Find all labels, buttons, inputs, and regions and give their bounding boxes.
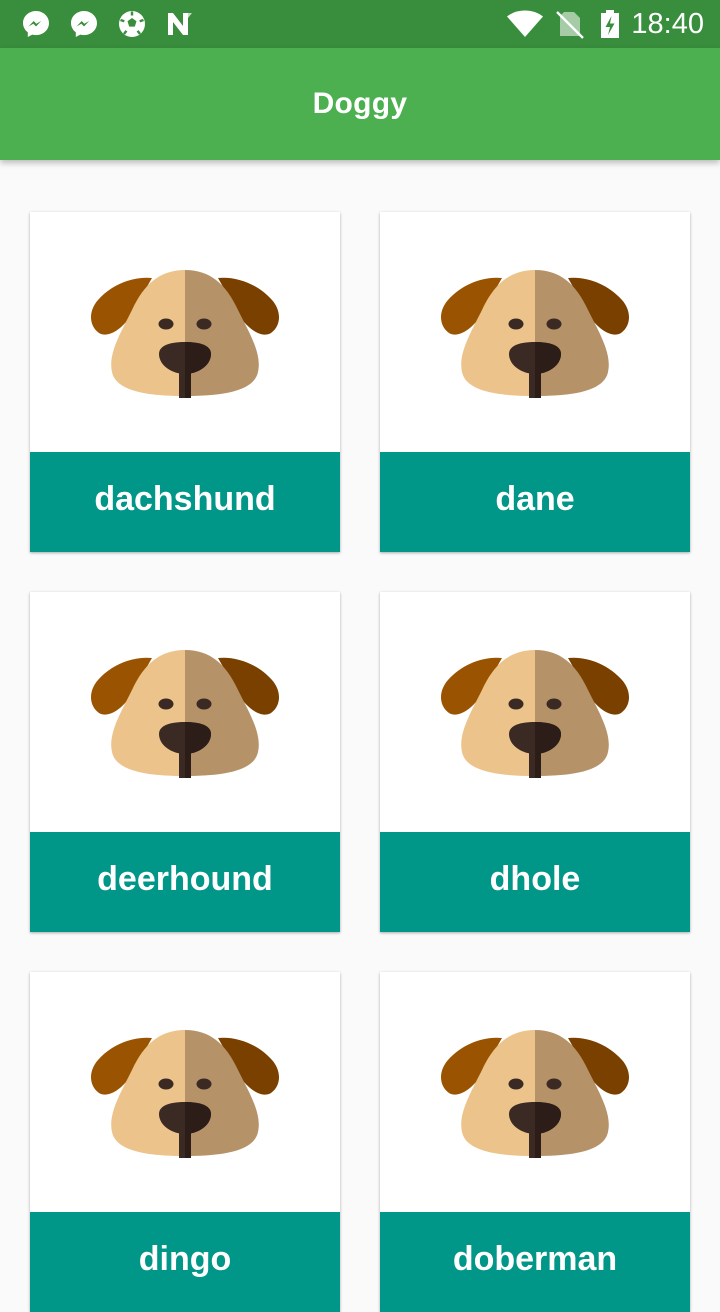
messenger-icon: [68, 8, 100, 40]
breed-card[interactable]: dingo: [30, 972, 340, 1312]
soccer-ball-icon: [116, 8, 148, 40]
breed-card[interactable]: doberman: [380, 972, 690, 1312]
app-bar: Doggy: [0, 48, 720, 160]
dog-face-icon: [441, 650, 629, 778]
breed-card[interactable]: dachshund: [30, 212, 340, 552]
breed-name: dane: [380, 452, 690, 552]
card-image: [380, 212, 690, 452]
status-bar: 18:40: [0, 0, 720, 48]
dog-face-icon: [441, 1030, 629, 1158]
breed-name: dhole: [380, 832, 690, 932]
breed-name: dingo: [30, 1212, 340, 1312]
card-image: [380, 972, 690, 1212]
dog-face-icon: [91, 1030, 279, 1158]
breed-card[interactable]: dane: [380, 212, 690, 552]
breed-name: dachshund: [30, 452, 340, 552]
breed-card[interactable]: deerhound: [30, 592, 340, 932]
card-image: [30, 212, 340, 452]
dog-face-icon: [91, 650, 279, 778]
n-logo-icon: [164, 8, 196, 40]
wifi-icon: [506, 8, 544, 40]
messenger-icon: [20, 8, 52, 40]
breed-name: doberman: [380, 1212, 690, 1312]
dog-face-icon: [91, 270, 279, 398]
card-image: [380, 592, 690, 832]
card-image: [30, 592, 340, 832]
app-title: Doggy: [312, 87, 408, 120]
no-sim-icon: [554, 8, 586, 40]
breed-grid: dachshund dane deerhound dhole dingo dob…: [30, 212, 690, 1312]
breed-card[interactable]: dhole: [380, 592, 690, 932]
battery-charging-icon: [594, 8, 626, 40]
breed-name: deerhound: [30, 832, 340, 932]
clock: 18:40: [631, 8, 704, 40]
card-image: [30, 972, 340, 1212]
dog-face-icon: [441, 270, 629, 398]
